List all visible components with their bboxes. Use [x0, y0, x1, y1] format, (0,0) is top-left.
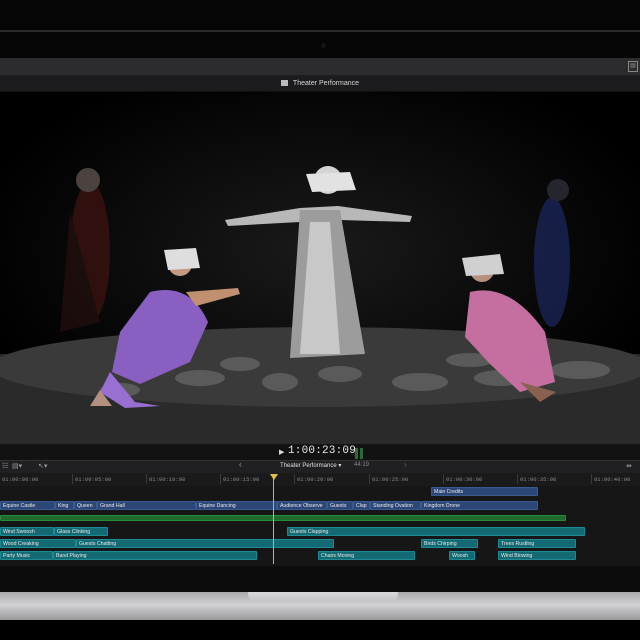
- screen-bottom-bezel: [0, 566, 640, 592]
- ruler-label: 01:00:10:00: [145, 474, 186, 484]
- audio-clip[interactable]: Guests Clapping: [287, 527, 585, 536]
- snap-icon[interactable]: ⇹: [626, 462, 632, 470]
- video-clip[interactable]: Queen: [74, 501, 97, 510]
- timecode-display: 1:00:23:09: [288, 445, 357, 457]
- ruler-label: 01:00:40:00: [590, 474, 631, 484]
- select-tool-icon[interactable]: ↖▾: [38, 462, 47, 470]
- ruler-label: 01:00:05:00: [71, 474, 112, 484]
- settings-icon[interactable]: ▤: [628, 61, 638, 72]
- laptop-bezel: [0, 0, 640, 58]
- audio-clip[interactable]: Woosh: [449, 551, 475, 560]
- video-viewer[interactable]: [0, 92, 640, 444]
- video-frame: [0, 92, 640, 444]
- forward-icon[interactable]: ›: [404, 460, 407, 469]
- audio-clip[interactable]: Chairs Moving: [318, 551, 415, 560]
- ruler-label: 01:00:20:00: [293, 474, 334, 484]
- timeline-duration: 44:19: [354, 462, 370, 468]
- playhead[interactable]: [273, 478, 274, 564]
- ruler-label: 01:00:25:00: [368, 474, 409, 484]
- playhead-handle[interactable]: [270, 474, 278, 480]
- video-clip[interactable]: Audience Observe: [277, 501, 327, 510]
- video-clip[interactable]: Guests: [327, 501, 353, 510]
- video-clip[interactable]: Standing Ovation: [370, 501, 421, 510]
- audio-clip[interactable]: Wood Creaking: [0, 539, 76, 548]
- video-clip[interactable]: King: [55, 501, 74, 510]
- video-clip[interactable]: Equine Dancing: [196, 501, 277, 510]
- zoom-icon[interactable]: ▤▾: [12, 462, 22, 470]
- base-shadow: [0, 620, 640, 640]
- timeline-project-name[interactable]: Theater Performance ▾: [280, 462, 341, 469]
- video-clip[interactable]: Clap: [353, 501, 370, 510]
- audio-clip[interactable]: Wind Blowing: [498, 551, 576, 560]
- camera: [321, 43, 326, 48]
- audio-clip[interactable]: Trees Rustling: [498, 539, 576, 548]
- audio-clip[interactable]: Birds Chirping: [421, 539, 478, 548]
- title-clip[interactable]: Main Credits: [431, 487, 538, 496]
- ruler-label: 01:00:35:00: [516, 474, 557, 484]
- audio-clip[interactable]: Guests Chatting: [76, 539, 334, 548]
- ruler-label: 01:00:30:00: [442, 474, 483, 484]
- ruler-label: 01:00:15:00: [219, 474, 260, 484]
- viewer-title-bar: Theater Performance: [0, 75, 640, 91]
- music-track[interactable]: [0, 515, 566, 521]
- video-clip[interactable]: Kingdom Drone: [421, 501, 538, 510]
- video-clip[interactable]: Grand Hall: [97, 501, 196, 510]
- screen-edge: [0, 30, 640, 32]
- laptop-notch: [248, 592, 398, 602]
- ruler-label: 01:00:00:00: [2, 476, 39, 483]
- play-icon[interactable]: ▶: [279, 448, 284, 456]
- video-clip[interactable]: Equine Castle: [0, 501, 55, 510]
- viewer-title: Theater Performance: [292, 79, 360, 87]
- clip-icon: [280, 80, 288, 87]
- app-toolbar: [0, 58, 640, 75]
- audio-clip[interactable]: Party Music: [0, 551, 53, 560]
- back-icon[interactable]: ‹: [239, 460, 242, 469]
- audio-clip[interactable]: Wind Swoosh: [0, 527, 54, 536]
- audio-clip[interactable]: Band Playing: [53, 551, 257, 560]
- audio-clip[interactable]: Glass Clinking: [54, 527, 108, 536]
- clip-appearance-icon[interactable]: ☷: [2, 462, 8, 470]
